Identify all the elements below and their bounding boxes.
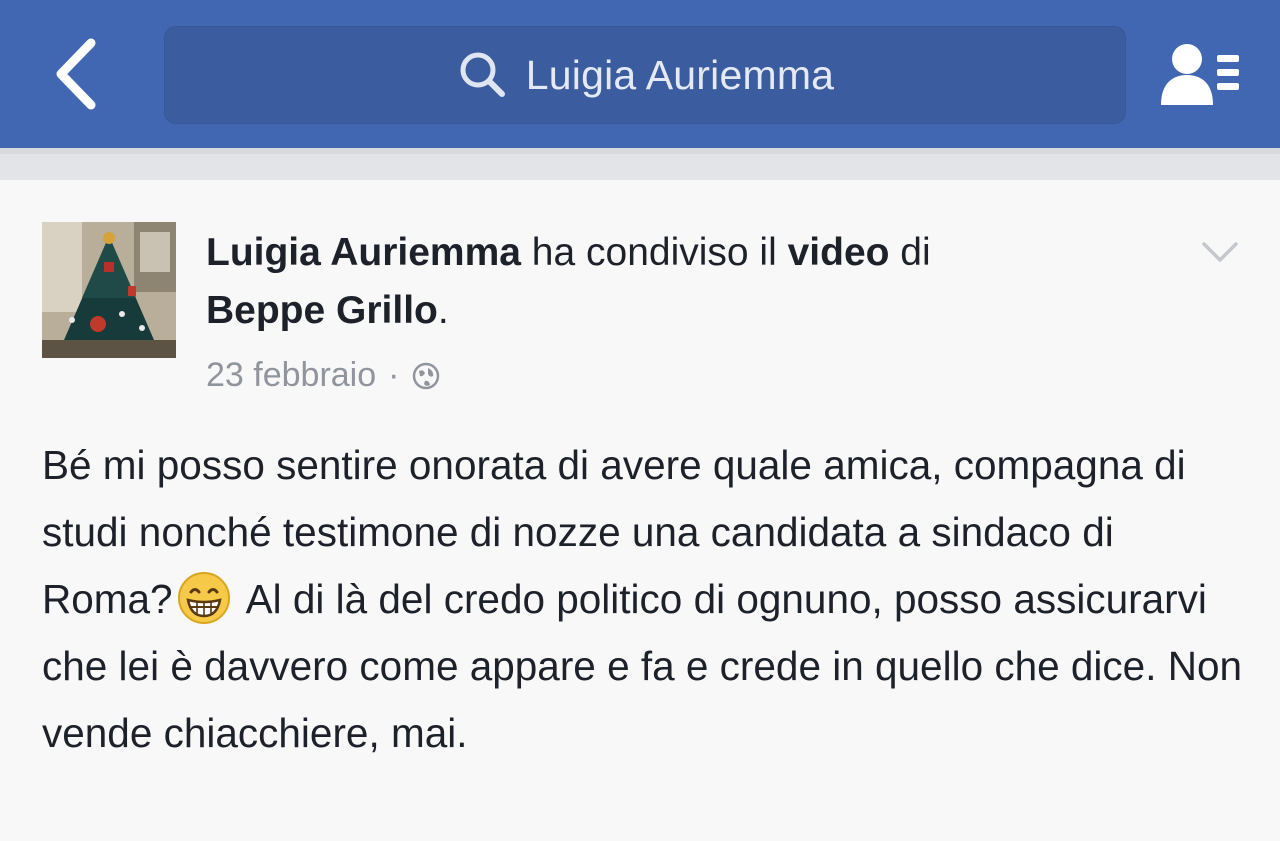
profile-photo: [42, 222, 176, 358]
author-link[interactable]: Luigia Auriemma: [206, 231, 521, 274]
shared-object-link[interactable]: video: [788, 231, 890, 274]
post-body: Bé mi posso sentire onorata di avere qua…: [42, 432, 1252, 767]
search-icon: [460, 52, 505, 97]
post-timestamp[interactable]: 23 febbraio: [206, 356, 376, 395]
action-text: ha condiviso il: [520, 231, 788, 274]
friend-list-icon: [1161, 44, 1239, 105]
search-query-text: Luigia Auriemma: [525, 51, 835, 98]
chevron-down-icon: [1202, 242, 1238, 262]
feed-post: Luigia Auriemma ha condiviso il video di…: [0, 180, 1280, 841]
post-menu-button[interactable]: [1196, 232, 1244, 272]
post-headline: Luigia Auriemma ha condiviso il video di…: [206, 224, 1166, 340]
preposition-text: di: [889, 231, 931, 274]
friend-list-button[interactable]: [1150, 36, 1250, 112]
page-link[interactable]: Beppe Grillo: [206, 289, 438, 332]
grinning-face-emoji: [177, 572, 230, 624]
back-button[interactable]: [40, 32, 112, 116]
meta-separator: ·: [388, 356, 400, 394]
avatar[interactable]: [42, 222, 176, 358]
chevron-left-icon: [56, 38, 96, 110]
top-navigation-bar: Luigia Auriemma: [0, 0, 1280, 148]
globe-icon[interactable]: [411, 361, 441, 391]
headline-period: .: [437, 289, 449, 332]
feed-divider: [0, 148, 1280, 180]
search-input[interactable]: Luigia Auriemma: [164, 26, 1126, 124]
post-meta: 23 febbraio ·: [206, 356, 441, 395]
